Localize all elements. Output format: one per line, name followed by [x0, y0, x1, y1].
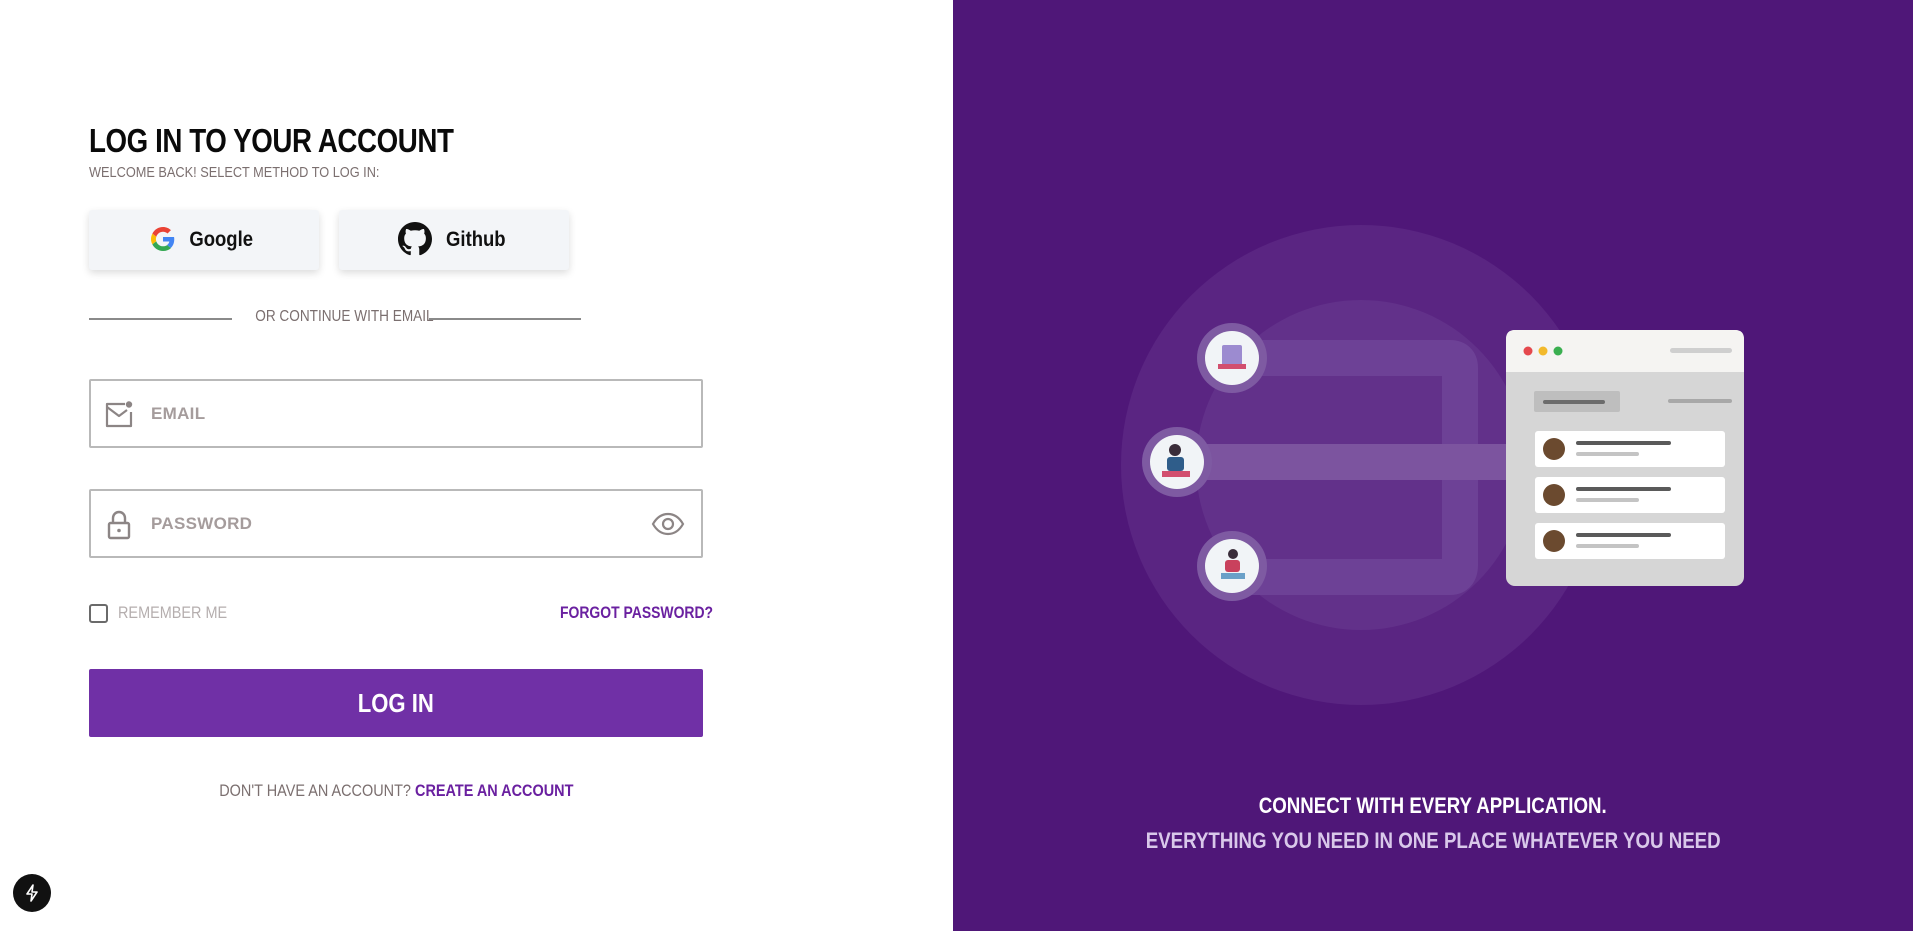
page-title: LOG IN TO YOUR ACCOUNT [89, 122, 454, 159]
remember-me-row: REMEMBER ME [89, 603, 246, 623]
create-account-link[interactable]: CREATE AN ACCOUNT [415, 781, 573, 800]
promo-panel: CONNECT WITH EVERY APPLICATION. EVERYTHI… [953, 0, 1913, 931]
signup-prompt: DON'T HAVE AN ACCOUNT? CREATE AN ACCOUNT [0, 781, 793, 801]
promo-headline-text: CONNECT WITH EVERY APPLICATION. [1258, 793, 1608, 818]
forgot-password-link[interactable]: FORGOT PASSWORD? [560, 603, 713, 623]
promo-subline: EVERYTHING YOU NEED IN ONE PLACE WHATEVE… [953, 828, 1913, 854]
mail-icon [103, 399, 135, 431]
remember-me-label[interactable]: REMEMBER ME [118, 603, 227, 623]
promo-headline: CONNECT WITH EVERY APPLICATION. [953, 793, 1913, 819]
promo-subline-text: EVERYTHING YOU NEED IN ONE PLACE WHATEVE… [1145, 828, 1721, 853]
google-label: Google [189, 228, 253, 251]
github-login-button[interactable]: Github [339, 210, 569, 270]
google-login-button[interactable]: Google [89, 210, 319, 270]
github-label: Github [446, 228, 506, 251]
integration-illustration [1121, 225, 1744, 705]
email-field-wrapper [89, 379, 703, 448]
password-field-wrapper [89, 489, 703, 558]
divider-line-left [89, 318, 232, 320]
or-divider: OR CONTINUE WITH EMAIL [89, 307, 581, 331]
bolt-icon[interactable] [13, 874, 51, 912]
signup-question: DON'T HAVE AN ACCOUNT? [219, 781, 412, 800]
email-input[interactable] [151, 381, 631, 446]
divider-text: OR CONTINUE WITH EMAIL [255, 308, 434, 325]
app-node-2 [1142, 427, 1212, 497]
login-button[interactable]: LOG IN [89, 669, 703, 737]
login-panel: LOG IN TO YOUR ACCOUNT WELCOME BACK! SEL… [0, 0, 953, 931]
lock-icon [103, 509, 135, 541]
login-button-label: LOG IN [357, 687, 435, 718]
divider-line-right [429, 318, 581, 320]
app-node-3 [1197, 531, 1267, 601]
google-icon [150, 226, 175, 254]
app-node-1 [1197, 323, 1267, 393]
remember-me-checkbox[interactable] [89, 603, 108, 623]
page-subtitle: WELCOME BACK! SELECT METHOD TO LOG IN: [89, 164, 380, 181]
password-input[interactable] [151, 491, 631, 556]
github-icon [398, 221, 433, 259]
eye-icon[interactable] [651, 509, 685, 539]
app-window-mockup [1506, 330, 1744, 586]
